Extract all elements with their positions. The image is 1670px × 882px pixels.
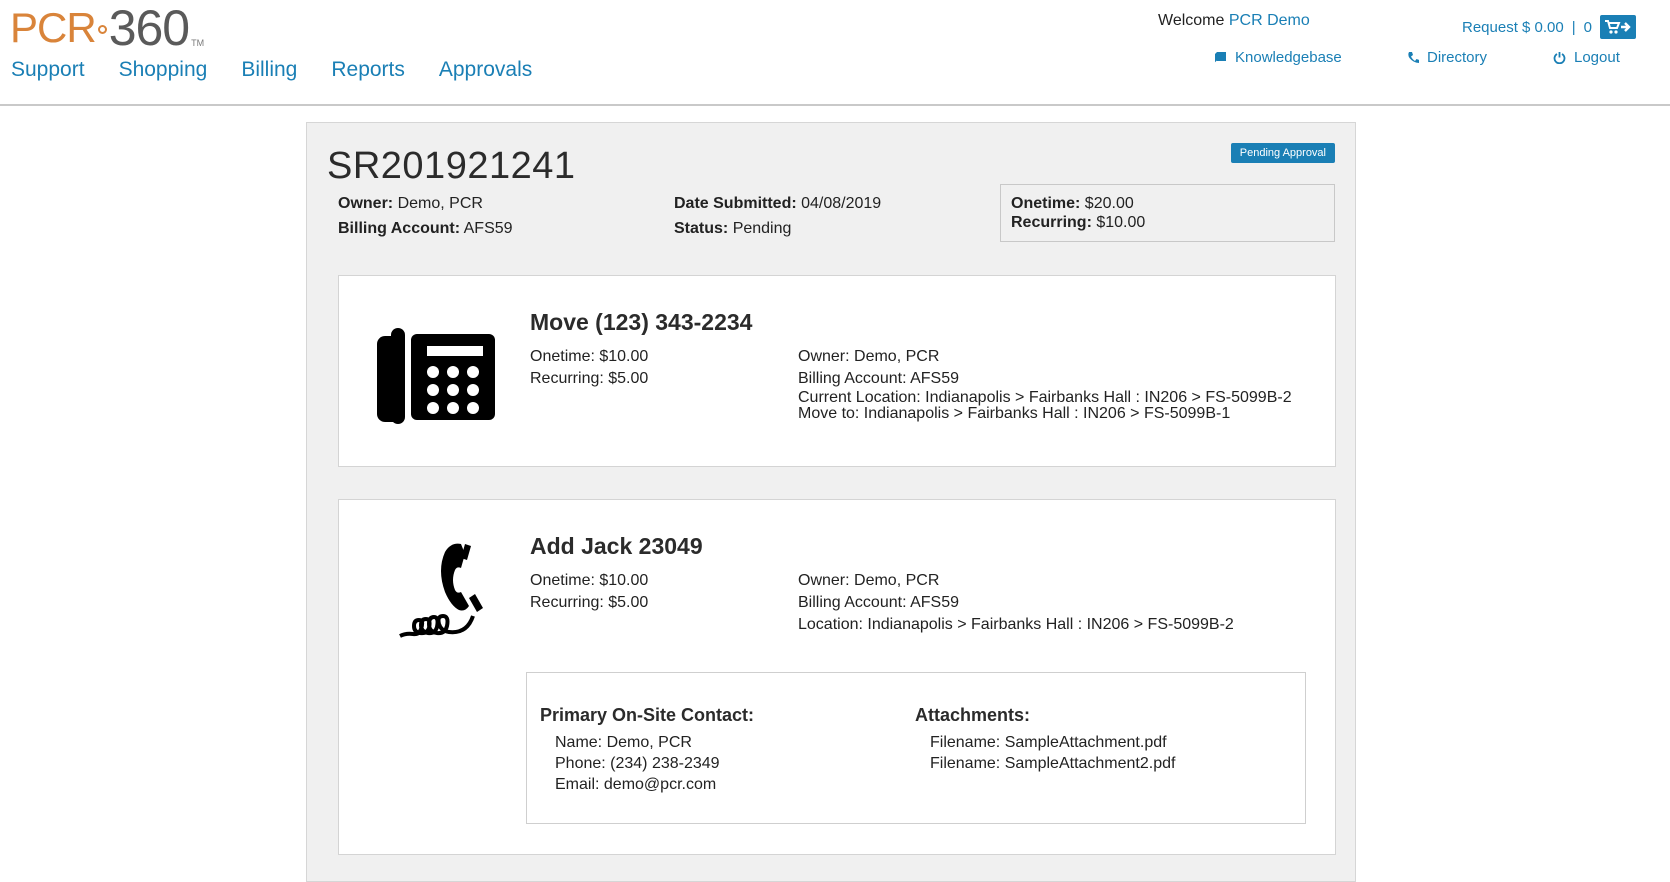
- cart-request-total[interactable]: Request $ 0.00: [1462, 19, 1564, 36]
- contact-heading: Primary On-Site Contact:: [540, 705, 755, 725]
- item-current-location: Current Location: Indianapolis > Fairban…: [798, 389, 1292, 406]
- nav-billing[interactable]: Billing: [241, 58, 297, 82]
- item-location: Location: Indianapolis > Fairbanks Hall …: [798, 616, 1234, 633]
- total-onetime-label: Onetime:: [1011, 195, 1081, 212]
- attachment-file[interactable]: Filename: SampleAttachment2.pdf: [930, 753, 1175, 774]
- nav-support[interactable]: Support: [11, 58, 85, 82]
- cart-separator: |: [1571, 18, 1576, 36]
- nav-approvals[interactable]: Approvals: [439, 58, 532, 82]
- cart-count[interactable]: 0: [1584, 19, 1592, 36]
- logo-text-360: 360: [108, 0, 190, 56]
- contact-name: Name: Demo, PCR: [555, 734, 692, 751]
- nav-reports[interactable]: Reports: [331, 58, 405, 82]
- request-item-card: Add Jack 23049 Onetime: $10.00 Recurring…: [338, 499, 1336, 855]
- total-recurring-value: $10.00: [1096, 214, 1146, 231]
- top-header: PCR 360 TM Support Shopping Billing Repo…: [0, 0, 1670, 106]
- directory-label: Directory: [1427, 49, 1488, 66]
- item-billing-account: Billing Account: AFS59: [798, 594, 959, 611]
- logo-trademark: TM: [191, 38, 205, 48]
- attachments-heading: Attachments:: [915, 705, 1031, 725]
- billing-label: Billing Account:: [338, 220, 461, 237]
- service-request-id: SR201921241: [327, 145, 576, 187]
- item-onetime: Onetime: $10.00: [530, 348, 649, 365]
- logout-link[interactable]: Logout: [1553, 49, 1620, 66]
- attachment-file[interactable]: Filename: SampleAttachment.pdf: [930, 732, 1167, 753]
- pcr360-logo[interactable]: PCR 360 TM: [10, 0, 205, 56]
- item-owner: Owner: Demo, PCR: [798, 572, 940, 589]
- status-value: Pending: [732, 220, 792, 237]
- item-details-box: Primary On-Site Contact: Name: Demo, PCR…: [526, 672, 1306, 824]
- directory-link[interactable]: Directory: [1407, 49, 1487, 66]
- request-totals-box: Onetime: $20.00 Recurring: $10.00: [1000, 184, 1335, 242]
- total-recurring-label: Recurring:: [1011, 214, 1092, 231]
- phone-icon: [1408, 52, 1419, 63]
- phone-jack-icon: [399, 543, 483, 638]
- billing-value: AFS59: [463, 220, 513, 237]
- user-name-link[interactable]: PCR Demo: [1229, 12, 1310, 29]
- knowledgebase-link[interactable]: Knowledgebase: [1214, 49, 1342, 66]
- item-billing-account: Billing Account: AFS59: [798, 370, 959, 387]
- welcome-message: Welcome PCR Demo: [1158, 12, 1310, 30]
- knowledgebase-label: Knowledgebase: [1235, 49, 1342, 66]
- cart-checkout-button[interactable]: [1600, 15, 1636, 39]
- cart-summary[interactable]: Request $ 0.00 | 0: [1462, 15, 1636, 39]
- owner-value: Demo, PCR: [397, 195, 483, 212]
- total-onetime-value: $20.00: [1084, 195, 1134, 212]
- book-icon: [1214, 52, 1226, 64]
- power-icon: [1553, 52, 1566, 64]
- request-item-card: Move (123) 343-2234 Onetime: $10.00 Recu…: [338, 275, 1336, 467]
- item-move-to: Move to: Indianapolis > Fairbanks Hall :…: [798, 405, 1231, 422]
- cart-arrow-icon: [1605, 20, 1631, 34]
- status-badge: Pending Approval: [1230, 143, 1335, 163]
- logo-dot: [97, 25, 107, 34]
- contact-email[interactable]: Email: demo@pcr.com: [555, 774, 716, 795]
- service-request-panel: SR201921241 Pending Approval Owner: Demo…: [306, 122, 1356, 882]
- welcome-label: Welcome: [1158, 12, 1225, 29]
- status-label: Status:: [674, 220, 729, 237]
- logout-label: Logout: [1574, 49, 1620, 66]
- item-title: Move (123) 343-2234: [530, 309, 753, 335]
- contact-phone: Phone: (234) 238-2349: [555, 755, 720, 772]
- request-owner-billing: Owner: Demo, PCR Billing Account: AFS59: [338, 191, 513, 241]
- date-submitted-value: 04/08/2019: [801, 195, 882, 212]
- desk-phone-icon: [377, 328, 495, 424]
- owner-label: Owner:: [338, 195, 394, 212]
- nav-shopping[interactable]: Shopping: [119, 58, 208, 82]
- item-onetime: Onetime: $10.00: [530, 572, 649, 589]
- item-recurring: Recurring: $5.00: [530, 370, 649, 387]
- main-nav: Support Shopping Billing Reports Approva…: [11, 58, 566, 82]
- logo-text-pcr: PCR: [10, 4, 97, 51]
- date-submitted-label: Date Submitted:: [674, 195, 797, 212]
- item-title: Add Jack 23049: [530, 533, 703, 559]
- request-date-status: Date Submitted: 04/08/2019 Status: Pendi…: [674, 191, 881, 241]
- item-recurring: Recurring: $5.00: [530, 594, 649, 611]
- item-owner: Owner: Demo, PCR: [798, 348, 940, 365]
